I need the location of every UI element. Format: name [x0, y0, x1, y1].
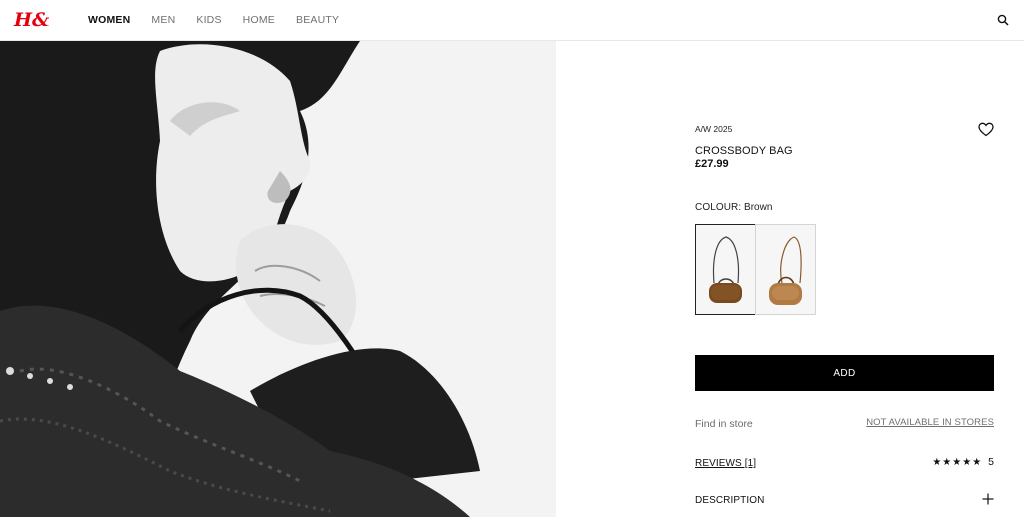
reviews-link[interactable]: REVIEWS [1]: [695, 458, 756, 469]
hm-logo[interactable]: H&M: [13, 6, 49, 32]
find-in-store-link[interactable]: Find in store: [695, 418, 753, 430]
product-price: £27.99: [695, 158, 729, 170]
colour-swatch-light-brown[interactable]: [755, 224, 816, 315]
add-to-bag-button[interactable]: ADD: [695, 355, 994, 391]
heart-icon[interactable]: [978, 122, 994, 137]
rating-value: 5: [988, 456, 994, 468]
nav-beauty[interactable]: BEAUTY: [296, 14, 339, 26]
svg-text:H&M: H&M: [13, 9, 49, 31]
nav-home[interactable]: HOME: [243, 14, 275, 26]
plus-icon[interactable]: [982, 493, 994, 505]
nav-men[interactable]: MEN: [151, 14, 175, 26]
model-photo: [0, 41, 556, 517]
nav-kids[interactable]: KIDS: [196, 14, 221, 26]
colour-value: Brown: [744, 202, 773, 213]
season-label: A/W 2025: [695, 124, 733, 134]
product-hero-image: [0, 41, 556, 517]
product-title: CROSSBODY BAG: [695, 145, 793, 157]
description-toggle[interactable]: DESCRIPTION: [695, 495, 764, 506]
colour-label: COLOUR:: [695, 202, 742, 213]
search-icon[interactable]: [997, 14, 1009, 26]
main-nav: WOMEN MEN KIDS HOME BEAUTY: [88, 14, 360, 26]
store-availability-link[interactable]: NOT AVAILABLE IN STORES: [866, 417, 994, 428]
colour-swatch-dark-brown[interactable]: [695, 224, 756, 315]
nav-women[interactable]: WOMEN: [88, 14, 130, 26]
colour-selector-label: COLOUR: Brown: [695, 202, 772, 213]
bag-thumbnail: [769, 236, 802, 305]
rating: ★★★★★ 5: [932, 456, 994, 468]
add-button-label: ADD: [833, 367, 856, 379]
bag-thumbnail: [709, 236, 742, 303]
product-info-panel: A/W 2025 CROSSBODY BAG £27.99 COLOUR: Br…: [695, 0, 994, 517]
star-rating-icons: ★★★★★: [932, 456, 983, 468]
